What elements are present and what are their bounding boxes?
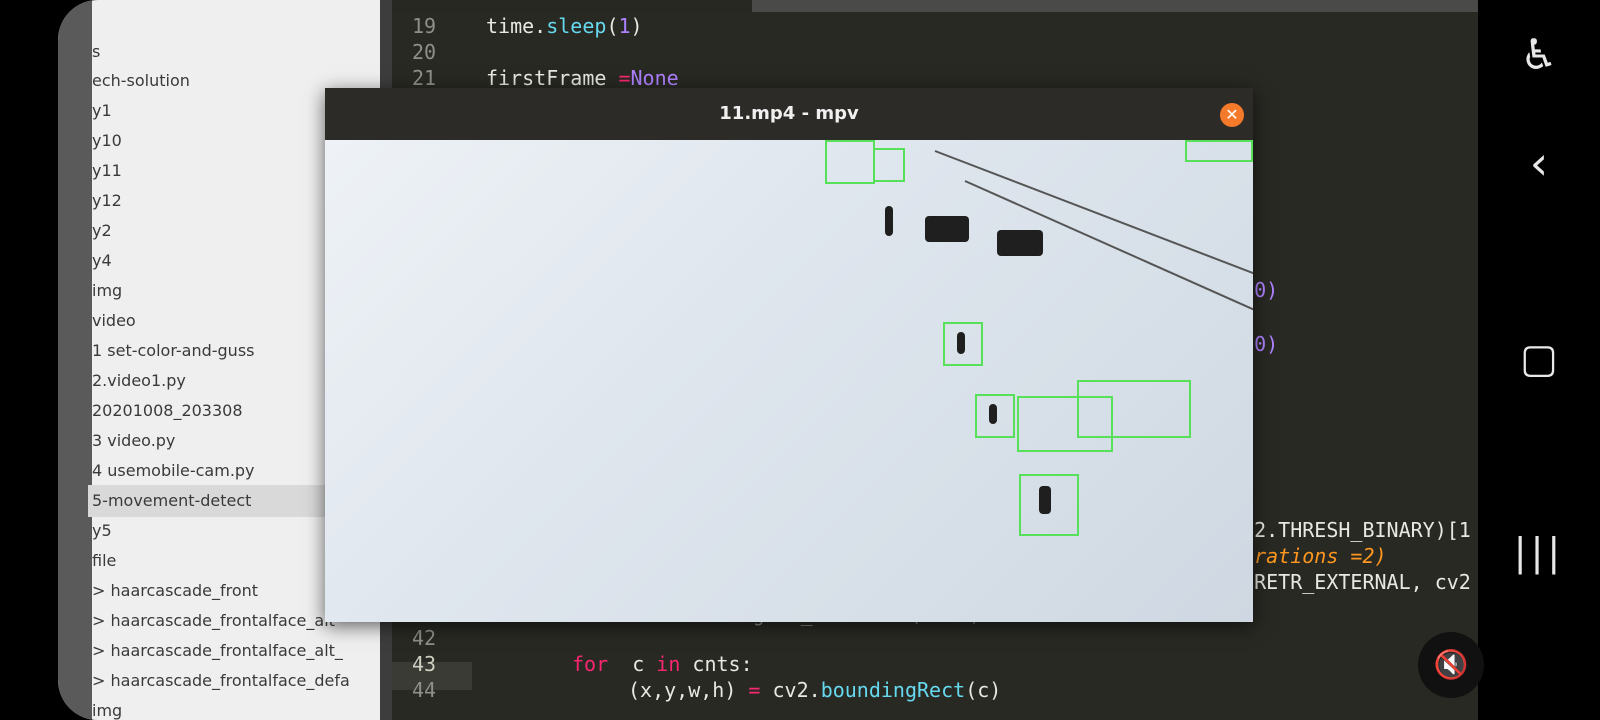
code-line-44: (x,y,w,h) = cv2.boundingRect(c) [628, 678, 1002, 702]
code-line-19: time.sleep(1) [486, 14, 643, 38]
line-number: 20 [412, 40, 437, 64]
sidebar-file-item[interactable]: 3 video.py [92, 431, 175, 450]
close-icon[interactable]: ✕ [1220, 103, 1244, 127]
sidebar-shadow [58, 0, 92, 720]
window-title: 11.mp4 - mpv [719, 103, 859, 124]
back-icon[interactable]: ‹ [1478, 136, 1600, 190]
code-line-21: firstFrame =None [486, 66, 679, 90]
sidebar-file-item[interactable]: file [92, 551, 116, 570]
sidebar-file-item[interactable]: ech-solution [92, 71, 190, 90]
line-number: 44 [412, 678, 437, 702]
code-fragment: cv2.THRESH_BINARY)[1 [1230, 518, 1471, 542]
sidebar-file-item[interactable]: y11 [92, 161, 122, 180]
detection-box [825, 140, 875, 184]
editor-tab[interactable] [392, 0, 752, 12]
mpv-player-window[interactable]: 11.mp4 - mpv ✕ [325, 88, 1253, 622]
line-number: 19 [412, 14, 437, 38]
line-number: 43 [412, 652, 437, 676]
line-number: 21 [412, 66, 437, 90]
sidebar-file-item[interactable]: s [92, 42, 100, 61]
chairlift [997, 230, 1043, 256]
sidebar-file-item[interactable]: > haarcascade_frontalface_defa [92, 671, 350, 690]
sidebar-file-item[interactable]: y1 [92, 101, 112, 120]
detection-box [1077, 380, 1191, 438]
monitor-display: s ech-solution y1 y10 y11 y12 y2 y4 img video 1 se… [58, 0, 1478, 720]
editor-tab-bar [392, 0, 1478, 12]
sidebar-file-item[interactable]: 5-movement-detect [92, 491, 251, 510]
code-line-43: for c in cnts: [572, 652, 753, 676]
mute-icon[interactable]: 🔇 [1418, 632, 1484, 698]
accessibility-icon[interactable]: ♿ [1478, 30, 1600, 79]
chairlift [925, 216, 969, 242]
mpv-titlebar[interactable]: 11.mp4 - mpv ✕ [325, 88, 1253, 140]
sidebar-file-item[interactable]: 20201008_203308 [92, 401, 243, 420]
detection-box [975, 394, 1015, 438]
sidebar-file-item[interactable]: 4 usemobile-cam.py [92, 461, 255, 480]
sidebar-file-item[interactable]: > haarcascade_frontalface_alt_ [92, 641, 343, 660]
sidebar-file-item[interactable]: img [92, 281, 122, 300]
detection-box [943, 322, 983, 366]
lift-cable [934, 150, 1253, 281]
recents-icon[interactable]: ||| [1478, 530, 1600, 574]
sidebar-file-item[interactable]: video [92, 311, 136, 330]
home-icon[interactable]: ▢ [1478, 336, 1600, 382]
video-frame[interactable] [325, 140, 1253, 622]
code-fragment: terations =2) [1230, 544, 1387, 568]
line-number: 42 [412, 626, 437, 650]
detection-box [873, 148, 905, 182]
sidebar-file-item[interactable]: img [92, 701, 122, 720]
sidebar-file-item[interactable]: y5 [92, 521, 112, 540]
sidebar-file-item[interactable]: > haarcascade_frontalface_alt [92, 611, 335, 630]
sidebar-file-item[interactable]: 1 set-color-and-guss [92, 341, 254, 360]
screen: s ech-solution y1 y10 y11 y12 y2 y4 img video 1 se… [0, 0, 1600, 720]
sidebar-file-item[interactable]: > haarcascade_front [92, 581, 258, 600]
detection-box [1019, 474, 1079, 536]
detection-box [1185, 140, 1253, 162]
sidebar-file-item[interactable]: y4 [92, 251, 112, 270]
skier [885, 206, 893, 236]
code-fragment: 2.RETR_EXTERNAL, cv2 [1230, 570, 1471, 594]
sidebar-file-item[interactable]: 2.video1.py [92, 371, 186, 390]
system-nav-bar: ♿ ‹ ▢ ||| [1478, 0, 1600, 720]
sidebar-file-item[interactable]: y2 [92, 221, 112, 240]
sidebar-file-item[interactable]: y10 [92, 131, 122, 150]
sidebar-file-item[interactable]: y12 [92, 191, 122, 210]
